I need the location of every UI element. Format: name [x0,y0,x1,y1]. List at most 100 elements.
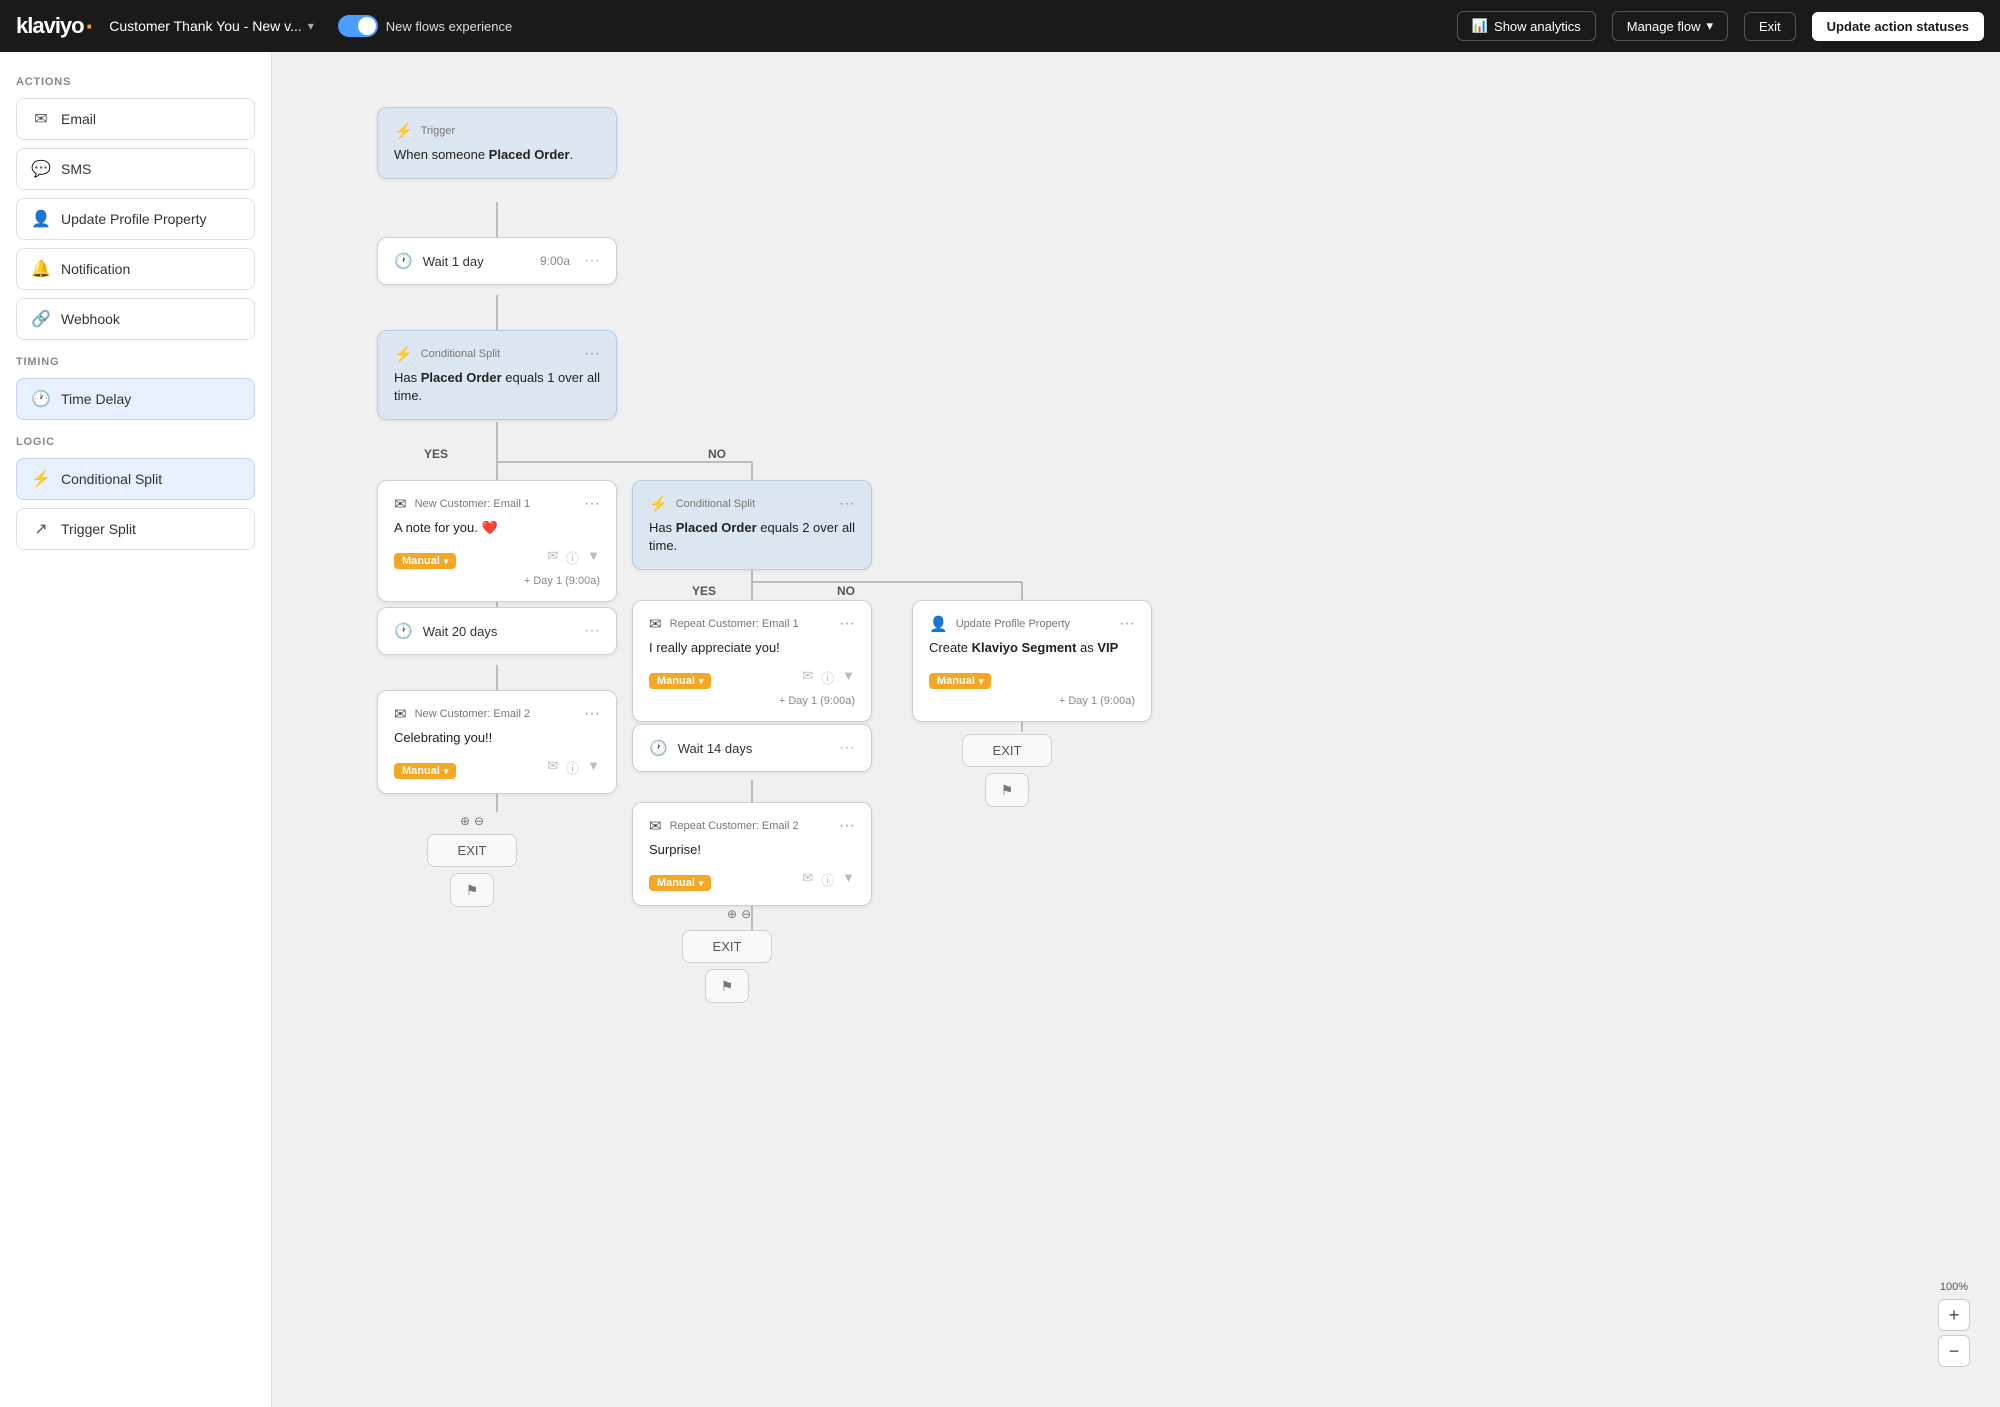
email-4-title-row: ✉ Repeat Customer: Email 2 [649,817,799,835]
split2-title-row: ⚡ Conditional Split [649,495,755,513]
exit-node-mid: EXIT [682,930,772,963]
manual-badge-4[interactable]: Manual ▾ [649,875,711,891]
email-4-node[interactable]: ✉ Repeat Customer: Email 2 ··· Surprise!… [632,802,872,906]
email-3-node[interactable]: ✉ Repeat Customer: Email 1 ··· I really … [632,600,872,722]
wait-14-days-node[interactable]: 🕐 Wait 14 days ··· [632,724,872,772]
show-analytics-button[interactable]: 📊 Show analytics [1457,11,1596,41]
clock-icon: 🕐 [31,389,51,409]
wait-14-more-icon[interactable]: ··· [839,739,855,757]
manual-badge-5[interactable]: Manual ▾ [929,673,991,689]
wait-20-days-node[interactable]: 🕐 Wait 20 days ··· [377,607,617,655]
sidebar-item-time-delay[interactable]: 🕐 Time Delay [16,378,255,420]
manual-badge-1[interactable]: Manual ▾ [394,553,456,569]
email-3-label: Repeat Customer: Email 1 [670,618,799,630]
plus-icon-left[interactable]: ⊕ [460,814,470,828]
split2-icon: ⚡ [649,495,668,513]
sidebar-item-label: Trigger Split [61,521,136,537]
trigger-node: ⚡ Trigger When someone Placed Order. [377,107,617,179]
sidebar-item-webhook[interactable]: 🔗 Webhook [16,298,255,340]
minus-icon-left[interactable]: ⊖ [474,814,484,828]
manual-badge-2[interactable]: Manual ▾ [394,763,456,779]
conditional-split-2-node[interactable]: ⚡ Conditional Split ··· Has Placed Order… [632,480,872,570]
update-action-statuses-button[interactable]: Update action statuses [1812,12,1984,41]
update-day-label: + Day 1 (9:00a) [929,695,1135,707]
sidebar-item-email[interactable]: ✉ Email [16,98,255,140]
timing-section-label: TIMING [16,356,255,368]
email-icon-2: ✉ [394,705,407,723]
exit-button[interactable]: Exit [1744,12,1796,41]
info-icon-4: ⓘ [821,870,834,889]
conditional-split-1-node[interactable]: ⚡ Conditional Split ··· Has Placed Order… [377,330,617,420]
sidebar: ACTIONS ✉ Email 💬 SMS 👤 Update Profile P… [0,52,272,1407]
plus-icon-mid[interactable]: ⊕ [727,907,737,921]
email-3-title-row: ✉ Repeat Customer: Email 1 [649,615,799,633]
split-more-icon[interactable]: ··· [584,345,600,363]
sidebar-item-sms[interactable]: 💬 SMS [16,148,255,190]
sidebar-item-label: Email [61,111,96,127]
minus-icon-mid[interactable]: ⊖ [741,907,751,921]
sidebar-item-label: Notification [61,261,130,277]
sidebar-item-notification[interactable]: 🔔 Notification [16,248,255,290]
exit-mid-group: EXIT ⚑ [682,930,772,1003]
zoom-out-button[interactable]: − [1938,1335,1970,1367]
email-2-title-row: ✉ New Customer: Email 2 [394,705,530,723]
sidebar-item-trigger-split[interactable]: ↗ Trigger Split [16,508,255,550]
new-flows-toggle[interactable]: New flows experience [338,15,512,37]
person-icon: 👤 [31,209,51,229]
person-icon-2: 👤 [929,615,948,633]
plus-minus-mid: ⊕ ⊖ [727,907,751,921]
email-1-header: ✉ New Customer: Email 1 ··· [394,495,600,513]
email-3-body: I really appreciate you! [649,639,855,657]
email-1-body: A note for you. ❤️ [394,519,600,537]
wait-label: Wait 1 day [423,254,484,269]
sidebar-item-label: Time Delay [61,391,131,407]
email-3-more-icon[interactable]: ··· [839,615,855,633]
email-1-label: New Customer: Email 1 [415,498,531,510]
info-icon-2: ⓘ [566,758,579,777]
wait-more-icon[interactable]: ··· [584,252,600,270]
email-3-day-label: + Day 1 (9:00a) [649,695,855,707]
exit-flag-left: ⚑ [450,873,494,907]
exit-left-group: ⊕ ⊖ EXIT ⚑ [427,814,517,907]
email-2-node[interactable]: ✉ New Customer: Email 2 ··· Celebrating … [377,690,617,794]
wait-20-more-icon[interactable]: ··· [584,622,600,640]
wait-1-day-node[interactable]: 🕐 Wait 1 day 9:00a ··· [377,237,617,285]
yes-label-1: YES [424,447,448,461]
update-profile-node[interactable]: 👤 Update Profile Property ··· Create Kla… [912,600,1152,722]
clock-icon-2: 🕐 [394,622,413,640]
email-4-body: Surprise! [649,841,855,859]
yes-label-2: YES [692,584,716,598]
zoom-controls: 100% + − [1938,1281,1970,1367]
sidebar-item-label: Update Profile Property [61,211,207,227]
split2-more-icon[interactable]: ··· [839,495,855,513]
split-title-row: ⚡ Conditional Split [394,345,500,363]
filter-icon-4: ▼ [842,870,855,889]
info-icon: ⓘ [566,548,579,567]
exit-node-left: EXIT [427,834,517,867]
email-icon: ✉ [394,495,407,513]
email-1-node[interactable]: ✉ New Customer: Email 1 ··· A note for y… [377,480,617,602]
clock-icon: 🕐 [394,252,413,270]
email-1-day-label: + Day 1 (9:00a) [394,575,600,587]
manage-flow-button[interactable]: Manage flow ▾ [1612,11,1728,41]
trigger-header: ⚡ Trigger [394,122,600,140]
trigger-body: When someone Placed Order. [394,146,600,164]
sidebar-item-label: Webhook [61,311,120,327]
toggle-switch[interactable] [338,15,378,37]
envelope-icon: ✉ [547,548,558,567]
email-1-more-icon[interactable]: ··· [584,495,600,513]
chevron-down-icon[interactable]: ▾ [308,19,314,33]
update-header: 👤 Update Profile Property ··· [929,615,1135,633]
canvas[interactable]: ⚡ Trigger When someone Placed Order. 🕐 W… [272,52,2000,1407]
zoom-in-button[interactable]: + [1938,1299,1970,1331]
analytics-icon: 📊 [1472,18,1488,34]
manual-badge-3[interactable]: Manual ▾ [649,673,711,689]
email-2-more-icon[interactable]: ··· [584,705,600,723]
update-more-icon[interactable]: ··· [1119,615,1135,633]
sidebar-item-update-profile[interactable]: 👤 Update Profile Property [16,198,255,240]
email-4-more-icon[interactable]: ··· [839,817,855,835]
exit-flag-right: ⚑ [985,773,1029,807]
split2-header: ⚡ Conditional Split ··· [649,495,855,513]
sidebar-item-label: Conditional Split [61,471,162,487]
sidebar-item-conditional-split[interactable]: ⚡ Conditional Split [16,458,255,500]
